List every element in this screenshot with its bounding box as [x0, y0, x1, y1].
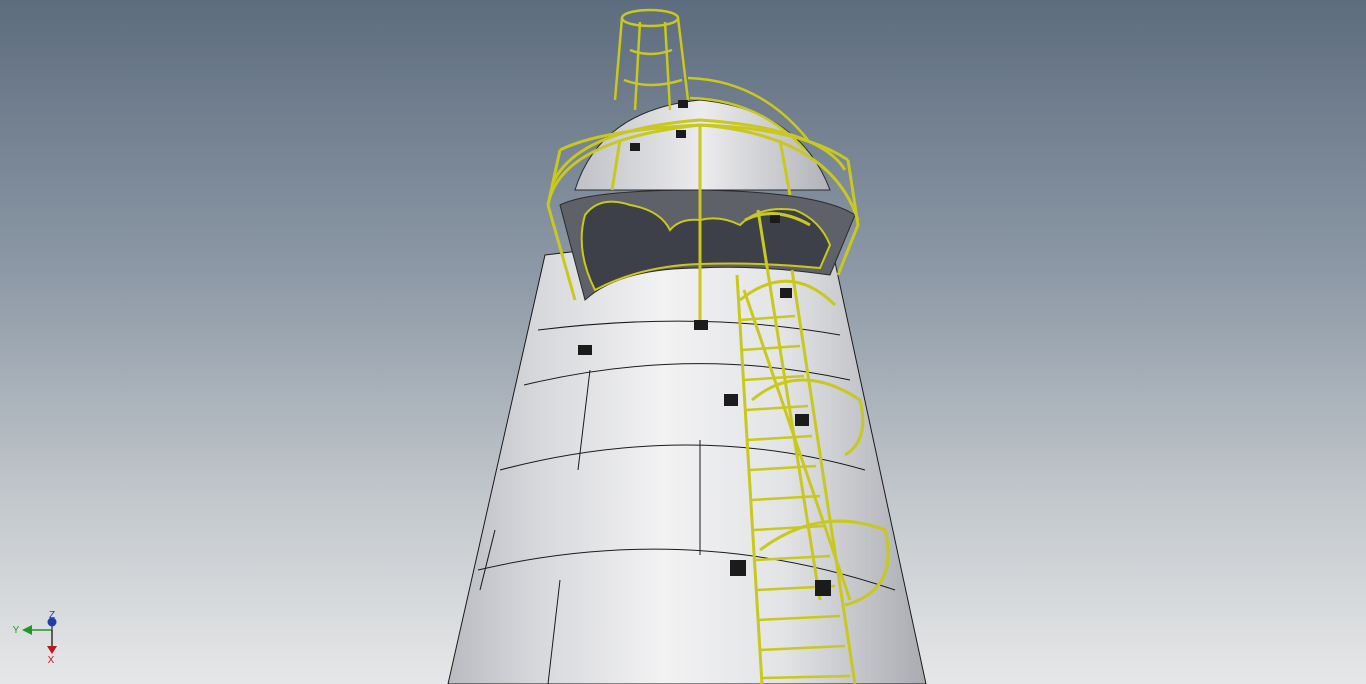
x-axis-arrow[interactable]	[47, 646, 57, 654]
z-axis-label: Z	[49, 610, 55, 621]
y-axis-label: Y	[13, 625, 20, 636]
y-axis-arrow[interactable]	[22, 625, 32, 635]
orientation-triad[interactable]: Z Y X	[8, 608, 72, 668]
tank-model[interactable]	[0, 0, 1366, 684]
3d-viewport[interactable]: Z Y X	[0, 0, 1366, 684]
x-axis-label: X	[48, 655, 55, 666]
